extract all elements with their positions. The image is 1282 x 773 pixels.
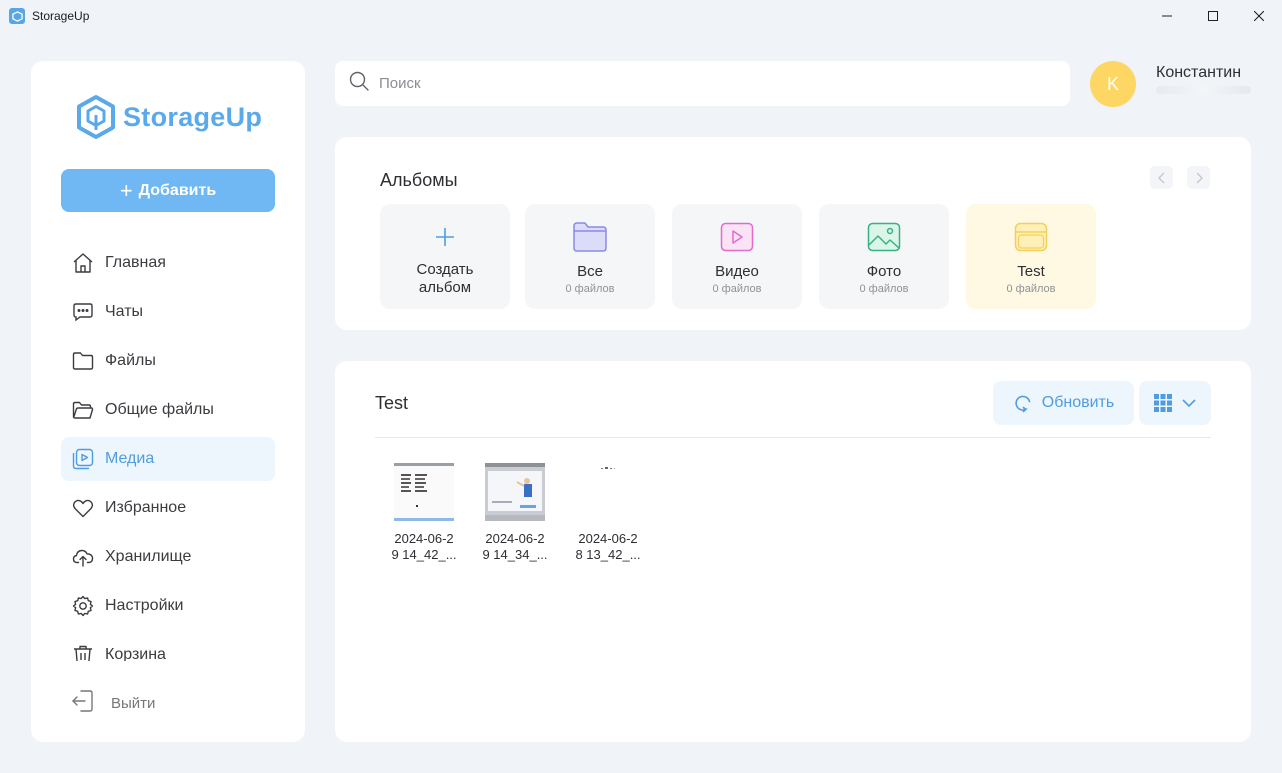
create-album-label: Создать альбом <box>416 261 474 296</box>
title-bar: StorageUp <box>0 0 1282 32</box>
logo: StorageUp <box>75 94 262 140</box>
albums-panel: Альбомы Создать альбом Все 0 файлов Виде… <box>335 137 1251 330</box>
plus-icon: + <box>119 177 133 203</box>
album-icon <box>1014 221 1048 253</box>
sidebar-item-settings[interactable]: Настройки <box>61 584 275 628</box>
sidebar-item-label: Настройки <box>105 597 184 614</box>
sidebar-item-home[interactable]: Главная <box>61 241 275 285</box>
sidebar-item-label: Корзина <box>105 646 166 661</box>
plus-icon <box>434 221 456 253</box>
album-count: 0 файлов <box>712 283 762 295</box>
video-icon <box>720 221 754 253</box>
media-icon <box>70 446 96 472</box>
album-name: Все <box>577 263 603 280</box>
sidebar-item-chats[interactable]: Чаты <box>61 290 275 334</box>
shared-folder-icon <box>70 397 96 423</box>
view-mode-dropdown[interactable] <box>1139 381 1211 425</box>
album-card-photo[interactable]: Фото 0 файлов <box>819 204 949 309</box>
media-panel: Test Обновить 2024-06-2 9 14_42_... 2024… <box>335 361 1251 742</box>
media-file[interactable]: 2024-06-2 8 13_42_... <box>568 461 648 563</box>
file-thumbnail <box>393 461 455 523</box>
media-file[interactable]: 2024-06-2 9 14_34_... <box>475 461 555 563</box>
sidebar-item-media[interactable]: Медиа <box>61 437 275 481</box>
heart-icon <box>70 495 96 521</box>
sidebar-item-label: Чаты <box>105 303 144 320</box>
sidebar-item-label: Файлы <box>105 352 156 369</box>
sidebar: StorageUp + Добавить Главная Чаты Файлы <box>31 61 305 742</box>
albums-next-button[interactable] <box>1187 166 1210 189</box>
trash-icon <box>70 642 96 661</box>
close-button[interactable] <box>1236 0 1282 32</box>
add-button[interactable]: + Добавить <box>61 169 275 212</box>
chat-icon <box>70 299 96 325</box>
chevron-right-icon <box>1196 172 1203 183</box>
file-name: 2024-06-2 8 13_42_... <box>575 531 641 562</box>
album-title: Test <box>375 393 409 413</box>
file-name: 2024-06-2 9 14_42_... <box>391 531 457 562</box>
logout-icon <box>70 688 96 718</box>
refresh-button[interactable]: Обновить <box>993 381 1134 425</box>
app-icon <box>9 8 25 24</box>
album-card-video[interactable]: Видео 0 файлов <box>672 204 802 309</box>
window-title: StorageUp <box>32 9 90 23</box>
gear-icon <box>70 593 96 619</box>
home-icon <box>70 250 96 276</box>
logout-label: Выйти <box>111 694 156 712</box>
logo-text: StorageUp <box>123 101 263 132</box>
logout-button[interactable]: Выйти <box>70 688 155 718</box>
search-input[interactable] <box>379 75 979 92</box>
add-button-label: Добавить <box>138 181 217 199</box>
sidebar-item-favorites[interactable]: Избранное <box>61 486 275 530</box>
album-count: 0 файлов <box>1006 283 1056 295</box>
albums-title: Альбомы <box>380 170 458 190</box>
sidebar-item-label: Избранное <box>105 499 187 516</box>
refresh-label: Обновить <box>1041 394 1115 411</box>
album-count: 0 файлов <box>859 283 909 295</box>
sidebar-item-label: Главная <box>105 254 166 271</box>
albums-prev-button[interactable] <box>1150 166 1173 189</box>
user-email-redacted <box>1156 86 1251 94</box>
cloud-upload-icon <box>70 544 96 570</box>
image-icon <box>867 221 901 253</box>
divider <box>375 437 1211 438</box>
chevron-left-icon <box>1157 172 1164 183</box>
sidebar-item-storage[interactable]: Хранилище <box>61 535 275 579</box>
file-thumbnail <box>577 461 639 523</box>
create-album-card[interactable]: Создать альбом <box>380 204 510 309</box>
album-name: Test <box>1017 263 1045 280</box>
user-name: Константин <box>1156 64 1242 81</box>
chevron-down-icon <box>1182 398 1196 407</box>
sidebar-item-shared-files[interactable]: Общие файлы <box>61 388 275 432</box>
sidebar-item-label: Медиа <box>105 450 155 467</box>
sidebar-item-label: Общие файлы <box>105 401 214 418</box>
media-file[interactable]: 2024-06-2 9 14_42_... <box>384 461 464 563</box>
album-name: Видео <box>715 263 759 280</box>
grid-view-icon <box>1154 394 1172 412</box>
album-count: 0 файлов <box>565 283 615 295</box>
search-icon <box>348 70 370 97</box>
sidebar-nav: Главная Чаты Файлы Общие файлы Медиа Изб… <box>61 241 275 661</box>
folder-icon <box>572 221 608 253</box>
maximize-button[interactable] <box>1190 0 1236 32</box>
file-thumbnail <box>484 461 546 523</box>
album-card-all[interactable]: Все 0 файлов <box>525 204 655 309</box>
sidebar-item-files[interactable]: Файлы <box>61 339 275 383</box>
album-card-test[interactable]: Test 0 файлов <box>966 204 1096 309</box>
search-bar <box>335 61 1070 106</box>
logo-icon <box>77 95 115 139</box>
album-name: Фото <box>866 263 902 280</box>
minimize-button[interactable] <box>1144 0 1190 32</box>
sidebar-item-trash[interactable]: Корзина <box>61 633 275 661</box>
avatar[interactable]: K <box>1090 61 1136 107</box>
sidebar-item-label: Хранилище <box>105 548 192 565</box>
folder-icon <box>70 348 96 374</box>
file-name: 2024-06-2 9 14_34_... <box>482 531 548 562</box>
refresh-icon <box>1013 393 1033 413</box>
